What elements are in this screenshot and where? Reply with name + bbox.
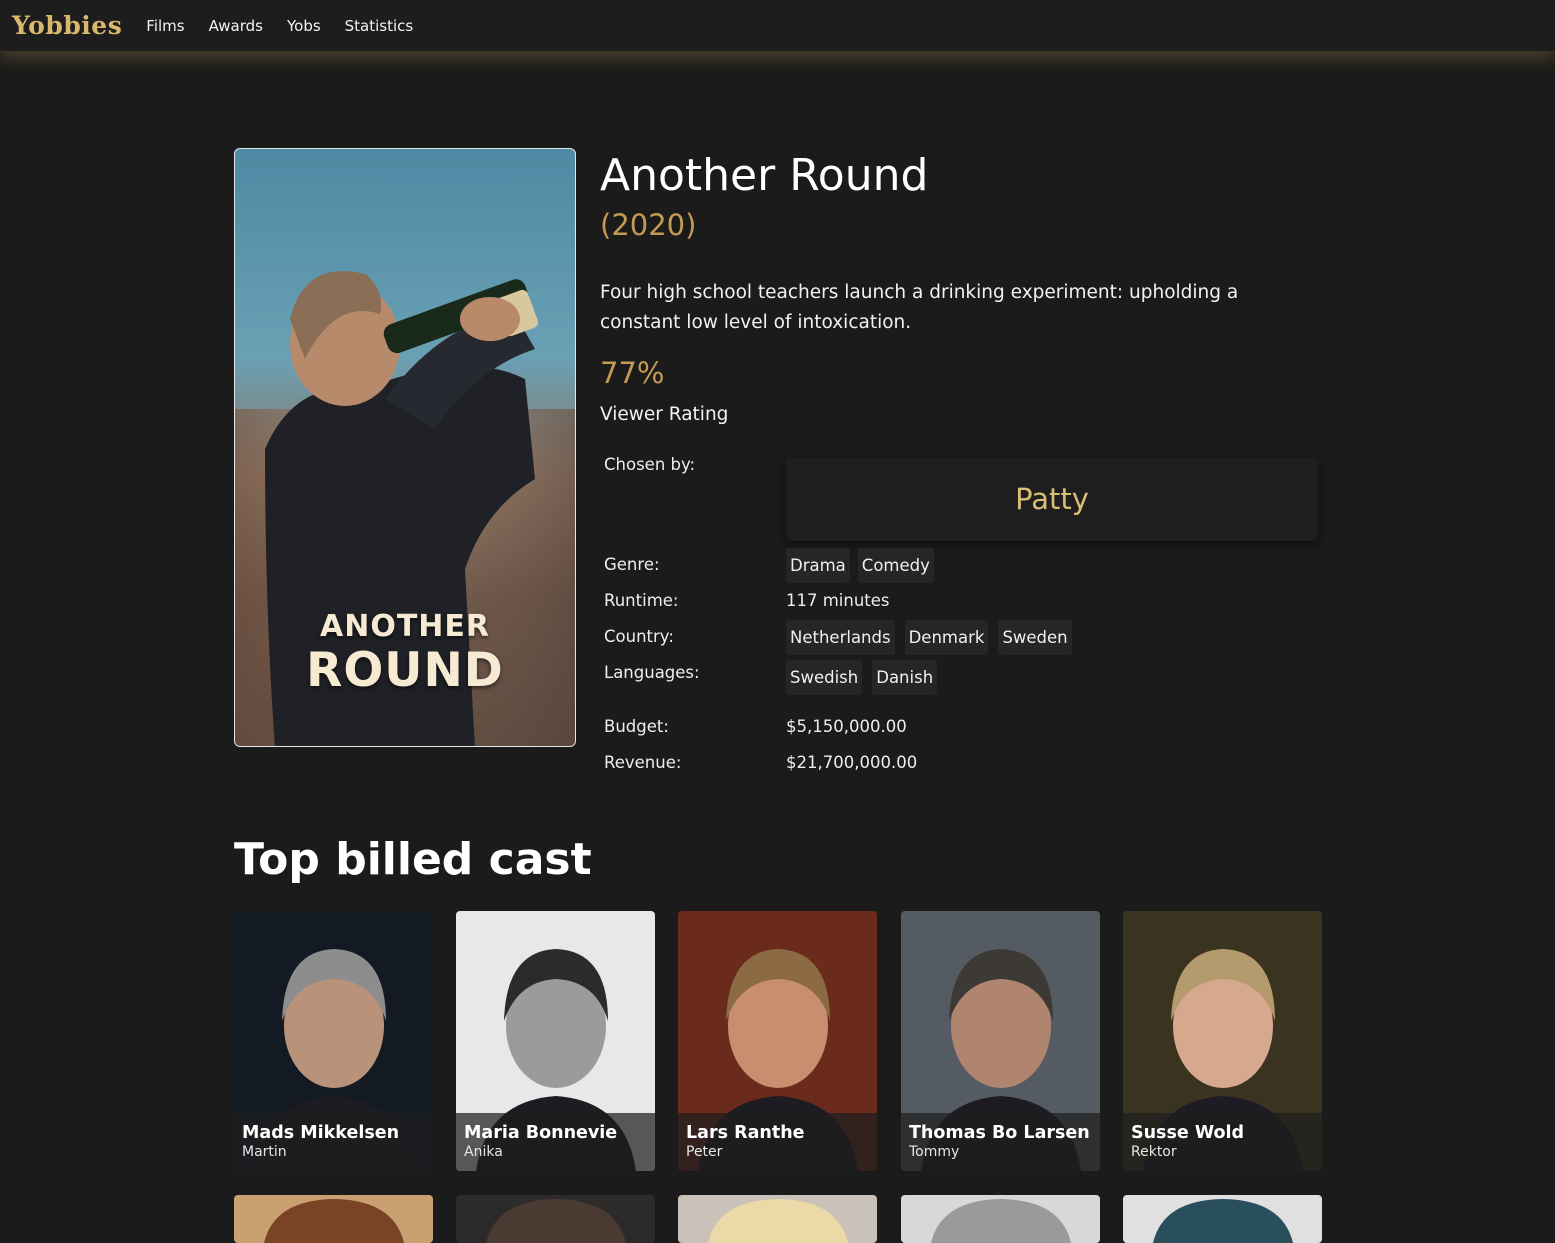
- genre-chip[interactable]: Drama: [786, 548, 850, 583]
- nav-link-statistics[interactable]: Statistics: [345, 0, 414, 52]
- runtime-value: 117 minutes: [786, 591, 890, 610]
- language-chip[interactable]: Danish: [872, 660, 938, 695]
- chosen-by-name: Patty: [1015, 482, 1089, 516]
- country-chip[interactable]: Netherlands: [786, 620, 895, 655]
- languages-label: Languages:: [604, 663, 700, 682]
- top-navbar: Yobbies Films Awards Yobs Statistics: [0, 0, 1555, 52]
- chosen-by-label: Chosen by:: [604, 455, 696, 474]
- revenue-value: $21,700,000.00: [786, 753, 918, 772]
- cast-name: Maria Bonnevie: [464, 1123, 618, 1143]
- runtime-label: Runtime:: [604, 591, 679, 610]
- budget-value: $5,150,000.00: [786, 717, 907, 736]
- cast-photo-hair: [1153, 1199, 1293, 1243]
- nav-link-films[interactable]: Films: [146, 0, 184, 52]
- country-list: Netherlands Denmark Sweden: [786, 620, 1072, 655]
- genre-list: Drama Comedy: [786, 548, 934, 583]
- chosen-by-card[interactable]: Patty: [786, 457, 1318, 541]
- cast-name: Mads Mikkelsen: [242, 1123, 400, 1143]
- cast-role: Martin: [242, 1144, 287, 1160]
- language-list: Swedish Danish: [786, 660, 938, 695]
- cast-card[interactable]: [678, 1195, 877, 1243]
- cast-card[interactable]: Maria Bonnevie Anika: [456, 911, 655, 1171]
- nav-link-yobs[interactable]: Yobs: [287, 0, 321, 52]
- cast-card[interactable]: Lars Ranthe Peter: [678, 911, 877, 1171]
- poster-title-line1: ANOTHER: [320, 609, 490, 644]
- film-overview: Four high school teachers launch a drink…: [600, 282, 1239, 333]
- nav-link-awards[interactable]: Awards: [209, 0, 263, 52]
- poster-title-line2: ROUND: [306, 643, 504, 698]
- viewer-rating-label: Viewer Rating: [600, 404, 729, 425]
- cast-photo-hair: [486, 1199, 626, 1243]
- country-chip[interactable]: Sweden: [998, 620, 1072, 655]
- genre-label: Genre:: [604, 555, 660, 574]
- cast-photo: [1153, 1199, 1293, 1243]
- film-year: (2020): [600, 208, 697, 242]
- genre-chip[interactable]: Comedy: [857, 548, 934, 583]
- cast-caption: Thomas Bo Larsen Tommy: [901, 1113, 1100, 1171]
- cast-name: Susse Wold: [1131, 1123, 1245, 1143]
- cast-caption: Lars Ranthe Peter: [678, 1113, 877, 1171]
- cast-role: Tommy: [909, 1144, 960, 1160]
- cast-card[interactable]: [1123, 1195, 1322, 1243]
- language-chip[interactable]: Swedish: [786, 660, 863, 695]
- cast-card[interactable]: [901, 1195, 1100, 1243]
- cast-caption: Maria Bonnevie Anika: [456, 1113, 655, 1171]
- cast-card[interactable]: Mads Mikkelsen Martin: [234, 911, 433, 1171]
- cast-role: Rektor: [1131, 1144, 1177, 1160]
- cast-photo-hair: [931, 1199, 1071, 1243]
- cast-card[interactable]: Susse Wold Rektor: [1123, 911, 1322, 1171]
- cast-card[interactable]: Thomas Bo Larsen Tommy: [901, 911, 1100, 1171]
- budget-label: Budget:: [604, 717, 669, 736]
- cast-caption: Mads Mikkelsen Martin: [234, 1113, 433, 1171]
- cast-photo: [264, 1199, 404, 1243]
- cast-role: Peter: [686, 1144, 723, 1160]
- cast-card[interactable]: [234, 1195, 433, 1243]
- film-poster: ANOTHER ROUND: [234, 148, 576, 747]
- country-chip[interactable]: Denmark: [904, 620, 989, 655]
- cast-name: Lars Ranthe: [686, 1123, 805, 1143]
- cast-photo: [486, 1199, 626, 1243]
- cast-photo: [931, 1199, 1071, 1243]
- cast-photo-hair: [708, 1199, 848, 1243]
- cast-role: Anika: [464, 1144, 503, 1160]
- film-title: Another Round: [600, 150, 929, 201]
- cast-card[interactable]: [456, 1195, 655, 1243]
- cast-caption: Susse Wold Rektor: [1123, 1113, 1322, 1171]
- viewer-rating-value: 77%: [600, 356, 665, 390]
- brand-logo[interactable]: Yobbies: [12, 0, 122, 52]
- country-label: Country:: [604, 627, 674, 646]
- revenue-label: Revenue:: [604, 753, 682, 772]
- cast-heading: Top billed cast: [234, 834, 592, 885]
- cast-photo-hair: [264, 1199, 404, 1243]
- cast-photo: [708, 1199, 848, 1243]
- cast-name: Thomas Bo Larsen: [909, 1123, 1090, 1143]
